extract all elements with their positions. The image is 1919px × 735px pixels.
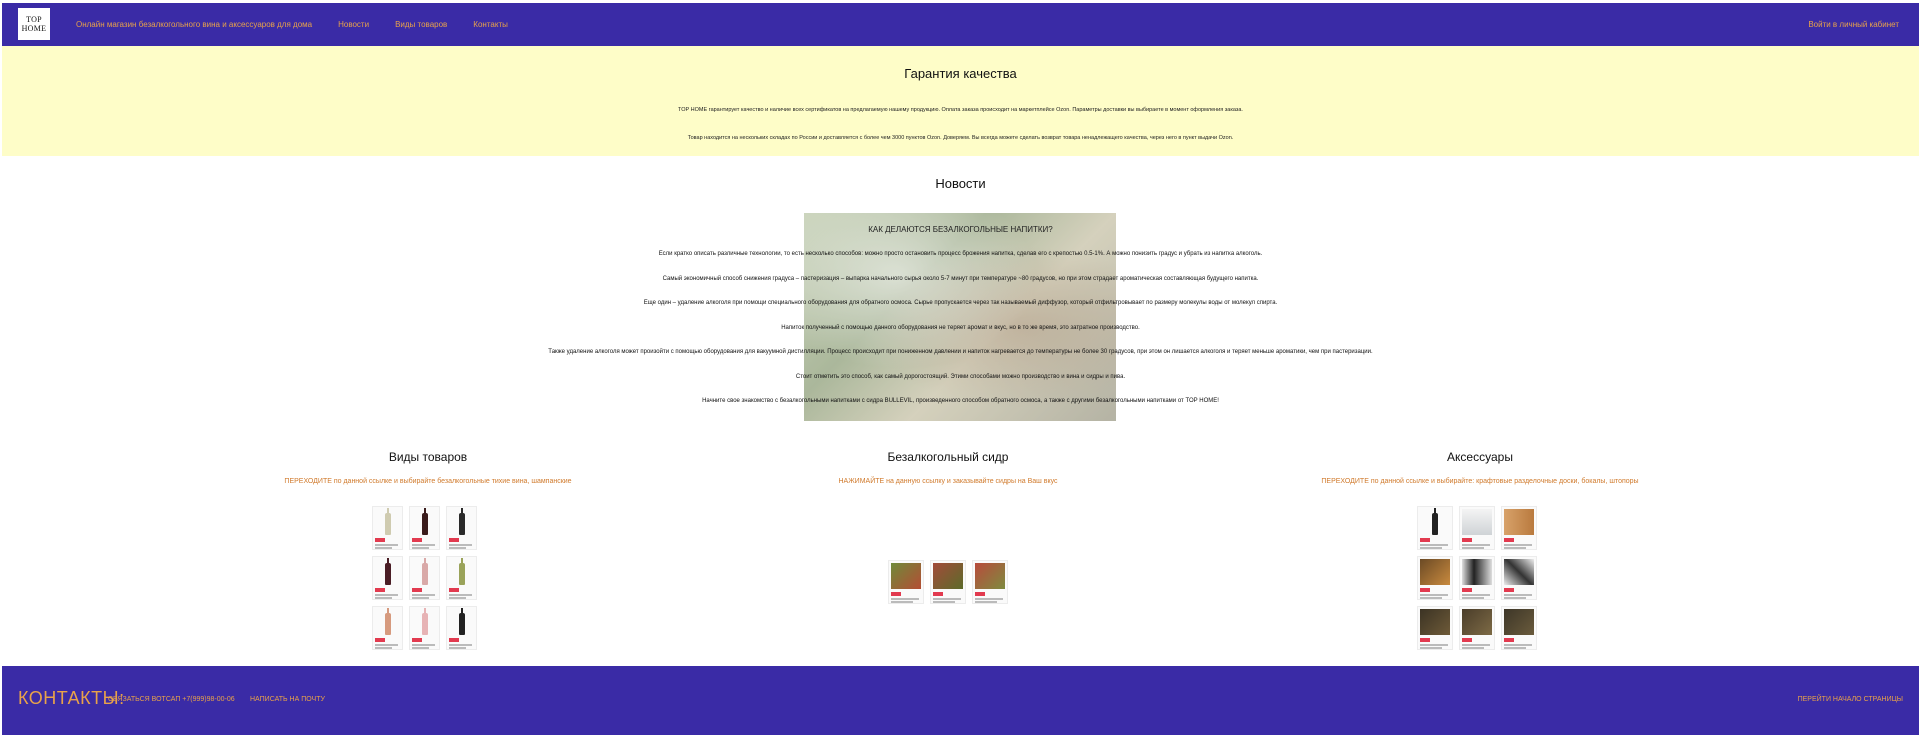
product-thumbnail[interactable] — [409, 606, 440, 650]
quality-title: Гарантия качества — [904, 66, 1017, 81]
product-thumbnail[interactable] — [1459, 506, 1495, 550]
category-title: Аксессуары — [1447, 450, 1513, 464]
category-accessories: Аксессуары ПЕРЕХОДИТЕ по данной ссылке и… — [1262, 450, 1698, 485]
product-thumbnail[interactable] — [1501, 606, 1537, 650]
quality-text-1: TOP HOME гарантирует качество и наличие … — [678, 107, 1243, 113]
product-thumbnail[interactable] — [1501, 556, 1537, 600]
product-thumbnail[interactable] — [446, 506, 477, 550]
category-link[interactable]: ПЕРЕХОДИТЕ по данной ссылке и выбирайте:… — [1262, 478, 1698, 485]
nav-news[interactable]: Новости — [338, 20, 369, 29]
cider-product-grid[interactable] — [888, 560, 1008, 604]
product-thumbnail[interactable] — [446, 556, 477, 600]
news-paragraph: Начните свое знакомство с безалкогольным… — [702, 398, 1219, 404]
news-paragraph: Если кратко описать различные технологии… — [658, 251, 1263, 257]
news-paragraph: Также удаление алкоголя может произойти … — [548, 349, 1373, 355]
main-nav: Онлайн магазин безалкогольного вина и ак… — [76, 3, 534, 46]
product-thumbnail[interactable] — [372, 506, 403, 550]
product-thumbnail[interactable] — [1417, 606, 1453, 650]
news-paragraph: Еще один – удаление алкоголя при помощи … — [643, 300, 1278, 306]
category-cider: Безалкогольный сидр НАЖИМАЙТЕ на данную … — [730, 450, 1166, 485]
quality-section: Гарантия качества TOP HOME гарантирует к… — [2, 46, 1919, 156]
news-paragraph: Самый экономичный способ снижения градус… — [662, 275, 1259, 282]
product-thumbnail[interactable] — [1501, 506, 1537, 550]
email-link[interactable]: НАПИСАТЬ НА ПОЧТУ — [250, 696, 325, 703]
product-thumbnail[interactable] — [446, 606, 477, 650]
news-paragraph: Напиток полученный с помощью данного обо… — [781, 324, 1140, 331]
news-paragraph: Стоит отметить это способ, как самый дор… — [795, 373, 1126, 380]
quality-text-2: Товар находится на нескольких складах по… — [687, 135, 1234, 141]
logo[interactable]: TOP HOME — [18, 8, 50, 40]
accessories-product-grid[interactable] — [1417, 506, 1537, 650]
product-thumbnail[interactable] — [930, 560, 966, 604]
category-link[interactable]: ПЕРЕХОДИТЕ по данной ссылке и выбирайте … — [212, 478, 644, 485]
product-thumbnail[interactable] — [409, 556, 440, 600]
footer: КОНТАКТЫ: СВЯЗАТЬСЯ ВОТСАП +7(999)98-00-… — [2, 666, 1919, 735]
logo-line2: HOME — [21, 24, 47, 33]
wines-product-grid[interactable] — [372, 506, 477, 650]
product-thumbnail[interactable] — [409, 506, 440, 550]
header: TOP HOME Онлайн магазин безалкогольного … — [2, 3, 1919, 46]
product-thumbnail[interactable] — [1417, 506, 1453, 550]
news-headline: КАК ДЕЛАЮТСЯ БЕЗАЛКОГОЛЬНЫЕ НАПИТКИ? — [868, 225, 1053, 234]
page: TOP HOME Онлайн магазин безалкогольного … — [2, 3, 1919, 735]
news-title: Новости — [935, 176, 986, 191]
nav-contacts[interactable]: Контакты — [473, 20, 508, 29]
nav-products[interactable]: Виды товаров — [395, 20, 447, 29]
category-link[interactable]: НАЖИМАЙТЕ на данную ссылку и заказывайте… — [730, 478, 1166, 485]
category-wines: Виды товаров ПЕРЕХОДИТЕ по данной ссылке… — [212, 450, 644, 485]
product-thumbnail[interactable] — [372, 556, 403, 600]
category-title: Виды товаров — [388, 450, 468, 464]
back-to-top-link[interactable]: ПЕРЕЙТИ НАЧАЛО СТРАНИЦЫ — [1798, 696, 1903, 703]
news-article: КАК ДЕЛАЮТСЯ БЕЗАЛКОГОЛЬНЫЕ НАПИТКИ? Есл… — [2, 225, 1919, 422]
whatsapp-link[interactable]: СВЯЗАТЬСЯ ВОТСАП +7(999)98-00-06 — [108, 696, 235, 703]
product-thumbnail[interactable] — [972, 560, 1008, 604]
nav-shop[interactable]: Онлайн магазин безалкогольного вина и ак… — [76, 20, 312, 29]
product-thumbnail[interactable] — [888, 560, 924, 604]
category-title: Безалкогольный сидр — [887, 450, 1009, 464]
product-thumbnail[interactable] — [1417, 556, 1453, 600]
product-thumbnail[interactable] — [1459, 556, 1495, 600]
product-thumbnail[interactable] — [372, 606, 403, 650]
logo-line1: TOP — [26, 15, 42, 24]
product-thumbnail[interactable] — [1459, 606, 1495, 650]
login-link[interactable]: Войти в личный кабинет — [1808, 3, 1899, 46]
